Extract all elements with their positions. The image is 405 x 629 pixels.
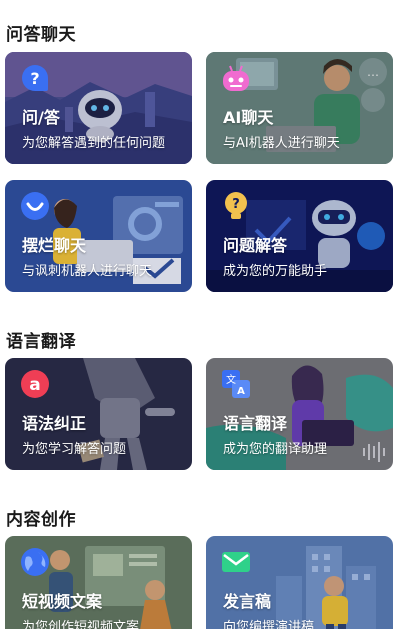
robot-icon <box>221 63 251 93</box>
card-subtitle: 向您编撰演讲稿 <box>223 620 315 629</box>
globe-icon <box>20 547 50 577</box>
card-title: 短视频文案 <box>22 592 103 611</box>
card-subtitle: 为您解答遇到的任何问题 <box>22 136 166 151</box>
svg-text:?: ? <box>30 69 39 88</box>
card-translation[interactable]: 文A 语言翻译 成为您的翻译助理 <box>206 358 393 470</box>
mail-icon <box>221 547 251 577</box>
card-qa[interactable]: ? 问/答 为您解答遇到的任何问题 <box>5 52 192 164</box>
card-title: 问/答 <box>22 108 60 127</box>
section-title-translation: 语言翻译 <box>6 332 76 352</box>
card-subtitle: 与AI机器人进行聊天 <box>223 136 340 151</box>
card-title: 语法纠正 <box>22 414 87 433</box>
smile-bubble-icon <box>20 191 50 221</box>
section-title-content-creation: 内容创作 <box>6 510 76 530</box>
card-title: 问题解答 <box>223 236 288 255</box>
card-subtitle: 成为您的万能助手 <box>223 264 328 279</box>
card-subtitle: 与讽刺机器人进行聊天 <box>22 264 153 279</box>
svg-text:文: 文 <box>226 373 236 386</box>
translate-icon: 文A <box>221 369 251 399</box>
card-subtitle: 为您创作短视频文案 <box>22 620 140 629</box>
card-grammar[interactable]: a 语法纠正 为您学习解答问题 <box>5 358 192 470</box>
section-title-qa-chat: 问答聊天 <box>6 25 76 45</box>
card-slacker-chat[interactable]: 摆烂聊天 与讽刺机器人进行聊天 <box>5 180 192 292</box>
card-subtitle: 为您学习解答问题 <box>22 442 127 457</box>
card-speech-draft[interactable]: 发言稿 向您编撰演讲稿 <box>206 536 393 629</box>
card-subtitle: 成为您的翻译助理 <box>223 442 328 457</box>
svg-text:?: ? <box>232 197 240 212</box>
card-title: 语言翻译 <box>223 414 288 433</box>
card-title: AI聊天 <box>223 108 274 127</box>
lightbulb-question-icon: ? <box>221 191 251 221</box>
svg-text:a: a <box>29 375 40 395</box>
grammar-a-icon: a <box>20 369 50 399</box>
svg-text:A: A <box>237 386 245 397</box>
question-bubble-icon: ? <box>20 63 50 93</box>
card-short-video-copy[interactable]: 短视频文案 为您创作短视频文案 <box>5 536 192 629</box>
card-title: 摆烂聊天 <box>22 236 87 255</box>
card-title: 发言稿 <box>223 592 272 611</box>
card-ai-chat[interactable]: … AI聊天 与AI机器人进行聊天 <box>206 52 393 164</box>
card-problem-solving[interactable]: ? 问题解答 成为您的万能助手 <box>206 180 393 292</box>
